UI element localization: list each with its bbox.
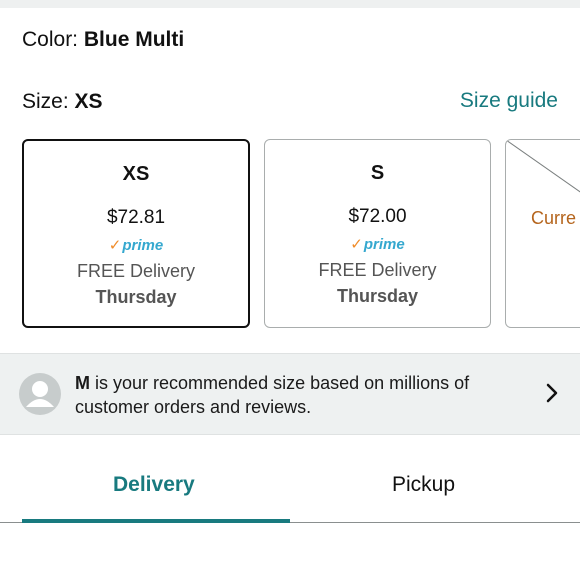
- check-icon: ✓: [108, 237, 122, 254]
- tab-delivery[interactable]: Delivery: [113, 473, 195, 497]
- size-selection: Size: XS: [22, 90, 103, 114]
- chevron-right-icon[interactable]: [545, 382, 559, 404]
- prime-label: prime: [122, 237, 164, 254]
- size-option-label: S: [370, 162, 385, 184]
- recommended-size: M: [75, 373, 90, 393]
- color-label: Color:: [22, 28, 79, 51]
- tab-pickup[interactable]: Pickup: [392, 473, 455, 497]
- recommendation-text: M is your recommended size based on mill…: [75, 371, 525, 419]
- active-tab-indicator: [22, 519, 290, 523]
- size-label: Size:: [22, 90, 69, 113]
- size-recommendation-panel[interactable]: M is your recommended size based on mill…: [0, 353, 580, 435]
- size-option-xs[interactable]: XS $72.81 ✓prime FREE Delivery Thursday: [22, 139, 250, 328]
- size-option-s[interactable]: S $72.00 ✓prime FREE Delivery Thursday: [264, 139, 491, 328]
- prime-label: prime: [363, 236, 405, 253]
- delivery-text: FREE Delivery: [318, 260, 437, 280]
- prime-badge: ✓prime: [24, 236, 248, 254]
- size-option-price: $72.00: [348, 206, 407, 227]
- size-guide-link[interactable]: Size guide: [460, 89, 558, 113]
- delivery-day: Thursday: [336, 286, 419, 306]
- color-value: Blue Multi: [83, 28, 185, 51]
- unavailable-strike: [506, 140, 580, 193]
- recommendation-message: is your recommended size based on millio…: [75, 373, 470, 417]
- person-icon: [19, 373, 61, 415]
- delivery-text: FREE Delivery: [76, 261, 196, 281]
- delivery-day: Thursday: [95, 287, 177, 307]
- top-strip: [0, 0, 580, 8]
- check-icon: ✓: [350, 236, 363, 253]
- color-selection: Color: Blue Multi: [22, 28, 184, 52]
- size-value: XS: [74, 90, 103, 113]
- size-option-label: XS: [122, 163, 150, 185]
- prime-badge: ✓prime: [265, 235, 490, 253]
- size-option-price: $72.81: [106, 207, 166, 228]
- size-option-m-unavailable[interactable]: Curre: [505, 139, 580, 328]
- unavailable-text: Curre: [531, 208, 577, 228]
